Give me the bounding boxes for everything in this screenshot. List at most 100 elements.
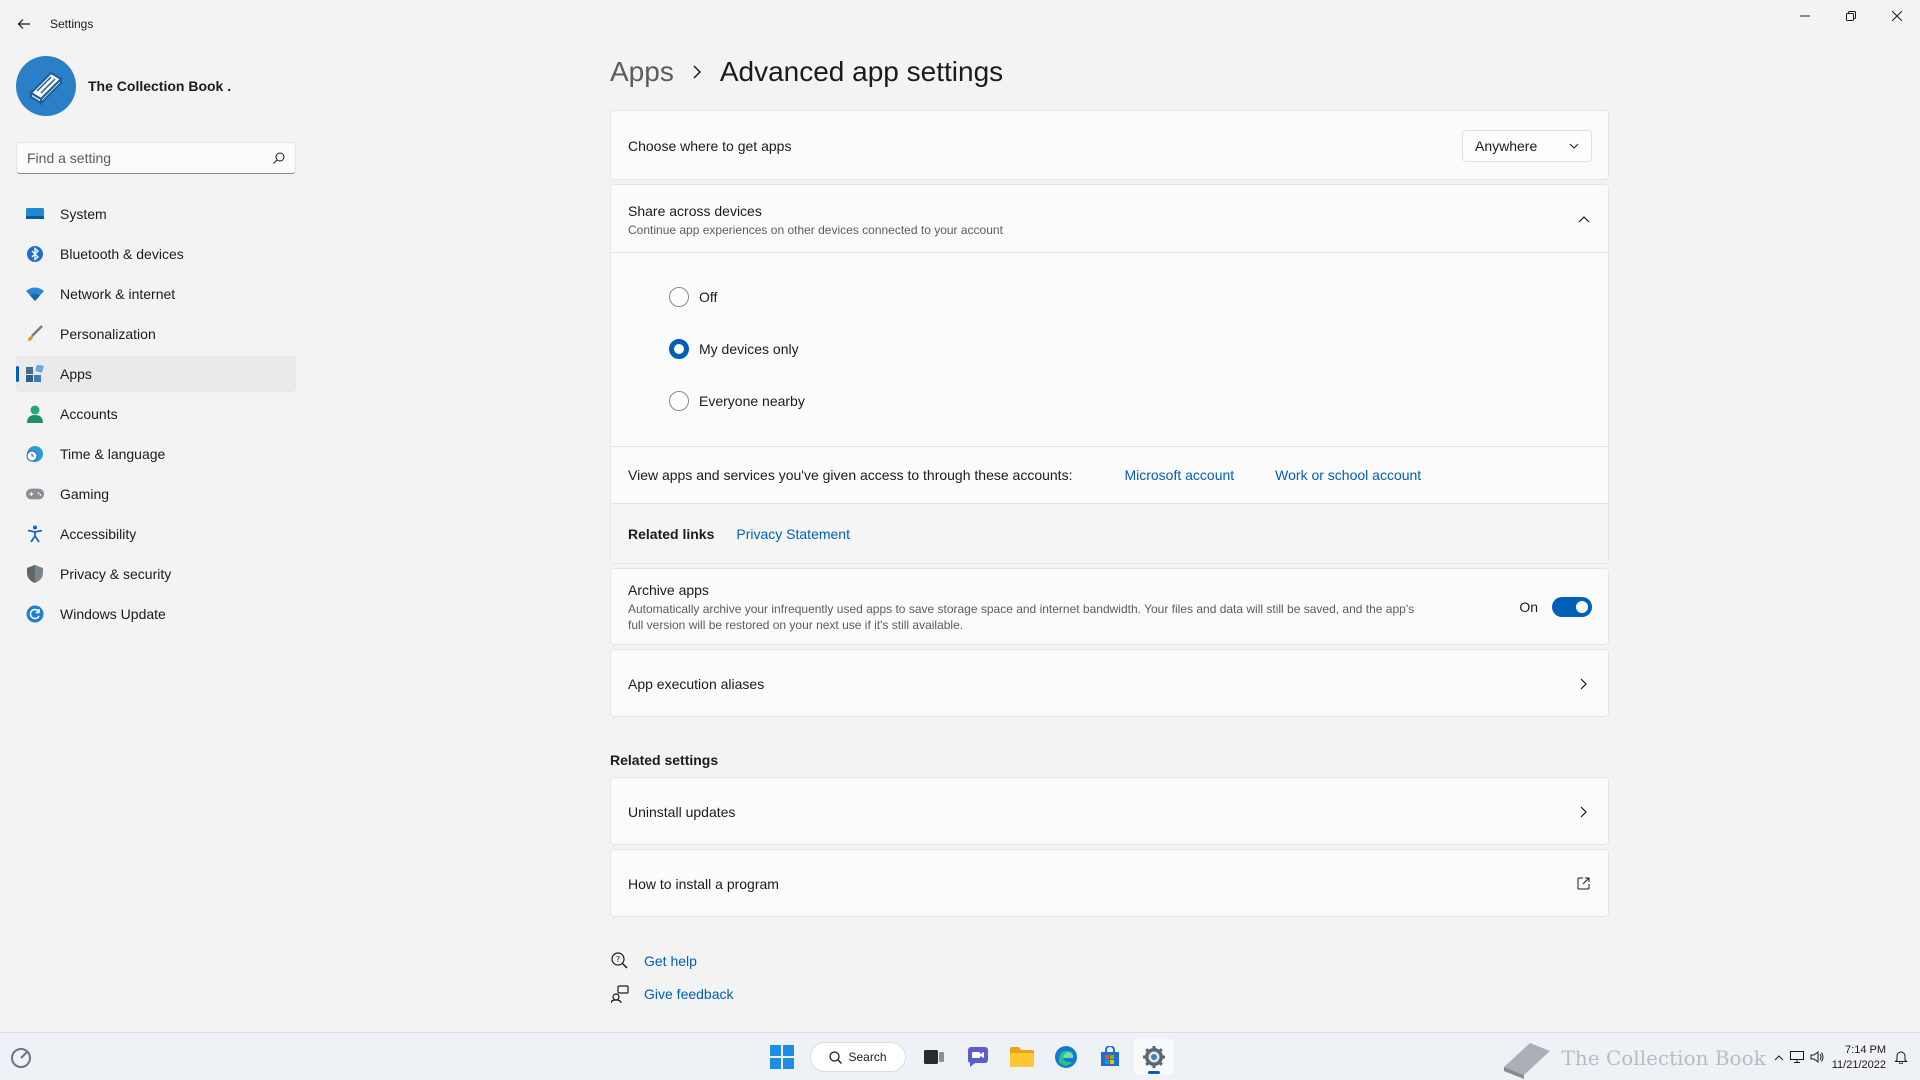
give-feedback-link[interactable]: Give feedback [644, 986, 734, 1002]
sidebar-item-accessibility[interactable]: Accessibility [16, 516, 296, 552]
sidebar-item-windows-update[interactable]: Windows Update [16, 596, 296, 632]
close-icon [1892, 11, 1902, 21]
sidebar-item-gaming[interactable]: Gaming [16, 476, 296, 512]
accounts-text: View apps and services you've given acce… [628, 467, 1073, 483]
radio-button[interactable] [669, 287, 689, 307]
weather-icon [11, 1048, 31, 1068]
taskbar-clock[interactable]: 7:14 PM 11/21/2022 [1832, 1043, 1886, 1073]
search-icon [829, 1050, 843, 1064]
get-apps-card: Choose where to get apps Anywhere [610, 110, 1609, 180]
shield-icon [26, 565, 44, 583]
external-link-icon [1577, 877, 1590, 890]
related-links-row: Related links Privacy Statement [611, 503, 1608, 563]
sidebar-item-label: Network & internet [60, 286, 176, 302]
get-help-link[interactable]: Get help [644, 953, 697, 969]
related-settings-title: Related settings [610, 752, 719, 768]
microsoft-account-link[interactable]: Microsoft account [1124, 467, 1234, 483]
share-option-off[interactable]: Off [669, 287, 717, 307]
chevron-down-icon [1569, 143, 1579, 149]
edge-button[interactable] [1046, 1039, 1086, 1075]
radio-button-checked[interactable] [669, 339, 689, 359]
get-help-row[interactable]: ? Get help [610, 951, 697, 971]
related-links-label: Related links [628, 525, 715, 542]
privacy-statement-link[interactable]: Privacy Statement [736, 526, 850, 542]
share-option-everyone[interactable]: Everyone nearby [669, 391, 805, 411]
aliases-label: App execution aliases [628, 676, 765, 692]
title-bar: Settings [0, 0, 1920, 48]
sidebar-item-apps[interactable]: Apps [16, 356, 296, 392]
minimize-button[interactable] [1782, 0, 1828, 32]
watermark-book-icon [1503, 1043, 1550, 1079]
person-icon [26, 405, 44, 423]
watermark-text: The Collection Book [1561, 1046, 1766, 1070]
taskbar-search-label: Search [848, 1050, 887, 1064]
apps-icon [26, 365, 44, 383]
get-apps-dropdown[interactable]: Anywhere [1462, 130, 1592, 162]
folder-icon [1010, 1047, 1034, 1067]
brush-icon [26, 325, 44, 343]
sidebar-item-accounts[interactable]: Accounts [16, 396, 296, 432]
settings-app-button[interactable] [1134, 1039, 1174, 1075]
radio-label: Off [699, 289, 718, 305]
install-program-card[interactable]: How to install a program [610, 849, 1609, 917]
breadcrumb-parent-link[interactable]: Apps [610, 56, 674, 88]
taskbar-apps: Search [760, 1039, 1176, 1075]
svg-text:?: ? [616, 955, 620, 964]
sidebar-item-label: Accessibility [60, 526, 137, 542]
sidebar-item-system[interactable]: System [16, 196, 296, 232]
user-profile[interactable]: The Collection Book . [16, 56, 231, 116]
start-button[interactable] [762, 1039, 802, 1075]
sidebar-item-label: Time & language [60, 446, 166, 462]
accessibility-icon [26, 525, 44, 543]
minimize-icon [1800, 15, 1810, 17]
window-title: Settings [50, 17, 94, 31]
chevron-up-icon[interactable] [1578, 215, 1590, 223]
task-view-icon [924, 1050, 944, 1064]
sidebar-item-privacy[interactable]: Privacy & security [16, 556, 296, 592]
back-button[interactable] [12, 12, 36, 36]
share-option-my-devices[interactable]: My devices only [669, 339, 799, 359]
sidebar-item-network[interactable]: Network & internet [16, 276, 296, 312]
archive-apps-card: Archive apps Automatically archive your … [610, 568, 1609, 645]
install-program-label: How to install a program [628, 876, 779, 892]
avatar [16, 56, 76, 116]
taskbar-search[interactable]: Search [810, 1042, 906, 1072]
sidebar-item-label: System [60, 206, 107, 222]
file-explorer-button[interactable] [1002, 1039, 1042, 1075]
teams-chat-button[interactable] [958, 1039, 998, 1075]
close-button[interactable] [1874, 0, 1920, 32]
search-icon[interactable] [273, 152, 285, 164]
give-feedback-row[interactable]: Give feedback [610, 984, 734, 1004]
update-icon [26, 605, 44, 623]
archive-title: Archive apps [628, 582, 709, 598]
task-view-button[interactable] [914, 1039, 954, 1075]
window-controls [1782, 0, 1920, 32]
chevron-up-icon[interactable] [1774, 1052, 1784, 1064]
radio-button[interactable] [669, 391, 689, 411]
sidebar-item-personalization[interactable]: Personalization [16, 316, 296, 352]
sidebar-item-label: Accounts [60, 406, 118, 422]
get-apps-selected-value: Anywhere [1475, 138, 1538, 154]
sidebar-item-label: Bluetooth & devices [60, 246, 184, 262]
work-school-account-link[interactable]: Work or school account [1275, 467, 1421, 483]
clock-date: 11/21/2022 [1831, 1059, 1886, 1071]
volume-icon[interactable] [1810, 1050, 1824, 1066]
uninstall-updates-card[interactable]: Uninstall updates [610, 777, 1609, 845]
app-execution-aliases-card[interactable]: App execution aliases [610, 649, 1609, 717]
wifi-icon [26, 285, 44, 303]
sidebar-item-bluetooth[interactable]: Bluetooth & devices [16, 236, 296, 272]
accounts-row: View apps and services you've given acce… [611, 446, 1608, 503]
search-input[interactable] [27, 150, 273, 166]
store-button[interactable] [1090, 1039, 1130, 1075]
restore-icon [1846, 11, 1856, 21]
restore-button[interactable] [1828, 0, 1874, 32]
sidebar-nav: System Bluetooth & devices Network & int… [16, 196, 296, 636]
notification-bell-icon[interactable] [1894, 1050, 1908, 1067]
share-header[interactable]: Share across devices Continue app experi… [611, 185, 1608, 253]
settings-search-box[interactable] [16, 142, 296, 174]
network-icon[interactable] [1789, 1050, 1804, 1066]
feedback-icon [610, 984, 630, 1004]
archive-toggle[interactable] [1552, 597, 1592, 617]
widgets-button[interactable] [10, 1047, 32, 1074]
sidebar-item-time-language[interactable]: Time & language [16, 436, 296, 472]
